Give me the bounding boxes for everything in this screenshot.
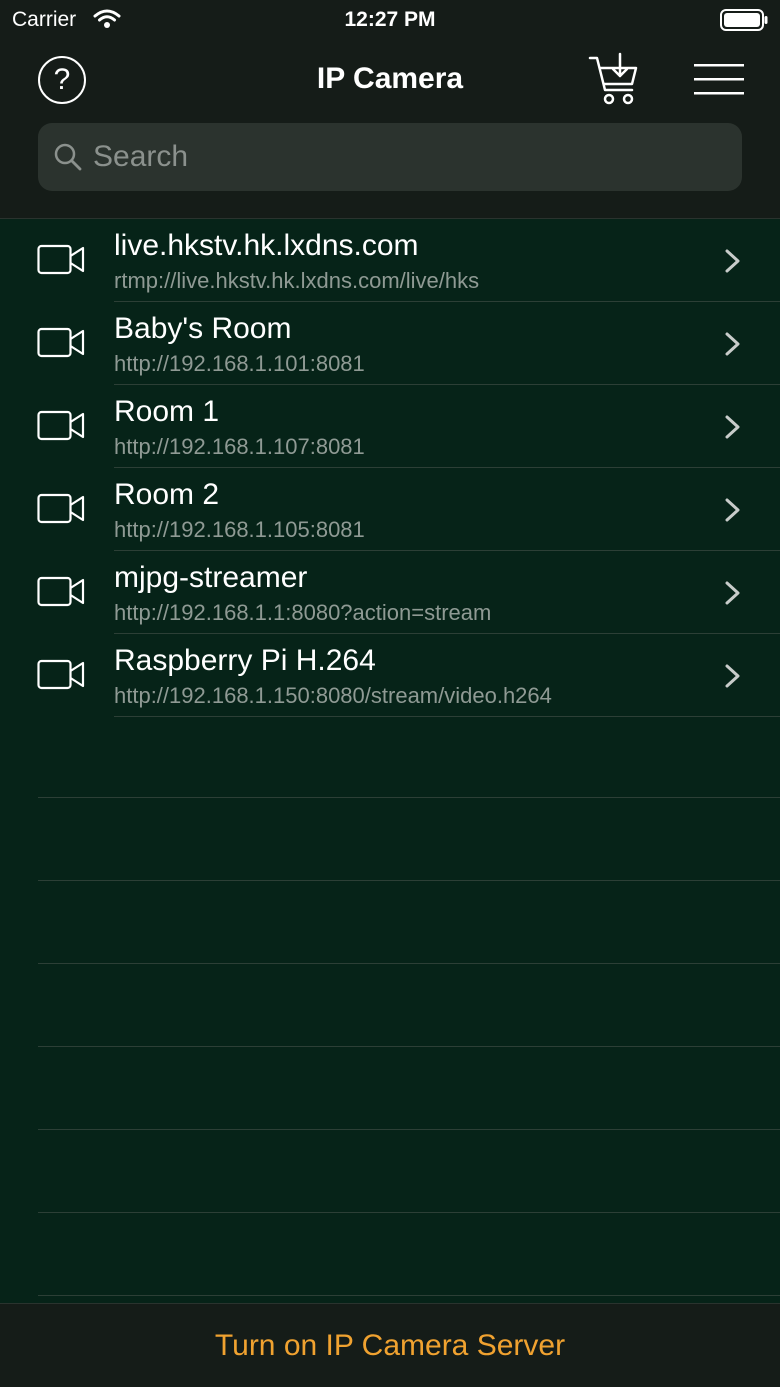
chevron-right-icon [724, 663, 742, 694]
camera-title: live.hkstv.hk.lxdns.com [114, 229, 419, 262]
camera-url: http://192.168.1.105:8081 [114, 517, 365, 542]
video-camera-icon [37, 659, 85, 696]
video-camera-icon [37, 493, 85, 530]
menu-button[interactable] [694, 62, 744, 98]
camera-row[interactable]: live.hkstv.hk.lxdns.com rtmp://live.hkstv… [0, 219, 780, 302]
turn-on-server-button[interactable]: Turn on IP Camera Server [215, 1329, 565, 1363]
camera-title: Raspberry Pi H.264 [114, 644, 376, 677]
camera-title: Room 2 [114, 478, 220, 511]
camera-url: http://192.168.1.107:8081 [114, 434, 365, 459]
empty-row [0, 715, 780, 798]
empty-row [0, 1130, 780, 1213]
bottom-bar: Turn on IP Camera Server [0, 1303, 780, 1387]
app-screen: Carrier 12:27 PM ? IP Camera Search live… [0, 0, 780, 1387]
camera-title: Room 1 [114, 395, 220, 428]
status-bar: Carrier 12:27 PM [0, 0, 780, 40]
top-bar: Carrier 12:27 PM ? IP Camera Search [0, 0, 780, 219]
navigation-bar: ? IP Camera [0, 48, 780, 112]
video-camera-icon [37, 327, 85, 364]
camera-url: http://192.168.1.101:8081 [114, 351, 365, 376]
empty-row [0, 964, 780, 1047]
camera-row[interactable]: Room 1 http://192.168.1.107:8081 [0, 385, 780, 468]
chevron-right-icon [724, 580, 742, 611]
video-camera-icon [37, 244, 85, 281]
camera-url: rtmp://live.hkstv.hk.lxdns.com/live/hks [114, 268, 480, 293]
empty-row [0, 881, 780, 964]
search-bar[interactable] [38, 123, 742, 191]
clock: 12:27 PM [344, 8, 436, 31]
empty-row [0, 798, 780, 881]
battery-icon [720, 9, 768, 36]
empty-row [0, 1213, 780, 1296]
page-title: IP Camera [316, 62, 464, 95]
search-input[interactable] [93, 123, 723, 191]
store-button[interactable] [588, 52, 642, 108]
camera-title: Baby's Room [114, 312, 292, 345]
camera-row[interactable]: Raspberry Pi H.264 http://192.168.1.150:8… [0, 634, 780, 717]
camera-url: http://192.168.1.150:8080/stream/video.h… [114, 683, 552, 708]
empty-row [0, 1047, 780, 1130]
empty-list-area [0, 715, 780, 1296]
hamburger-menu-icon [694, 64, 744, 95]
camera-url: http://192.168.1.1:8080?action=stream [114, 600, 492, 625]
chevron-right-icon [724, 497, 742, 528]
camera-row[interactable]: mjpg-streamer http://192.168.1.1:8080?act… [0, 551, 780, 634]
camera-title: mjpg-streamer [114, 561, 308, 594]
chevron-right-icon [724, 331, 742, 362]
cart-download-icon [588, 52, 638, 105]
video-camera-icon [37, 576, 85, 613]
camera-list: live.hkstv.hk.lxdns.com rtmp://live.hkstv… [0, 219, 780, 717]
chevron-right-icon [724, 248, 742, 279]
search-icon [53, 142, 83, 177]
camera-row[interactable]: Room 2 http://192.168.1.105:8081 [0, 468, 780, 551]
chevron-right-icon [724, 414, 742, 445]
video-camera-icon [37, 410, 85, 447]
camera-row[interactable]: Baby's Room http://192.168.1.101:8081 [0, 302, 780, 385]
